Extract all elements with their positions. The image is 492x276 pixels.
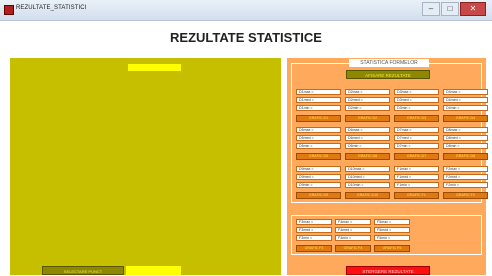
field-d7med: D7med = [394, 135, 439, 141]
field-f3max: F3max = [296, 219, 332, 225]
statistics-frame-label: STATISTICA FORMELOR [349, 59, 429, 67]
field-d2med: D2med = [345, 97, 390, 103]
field-d10max: D10max = [345, 166, 390, 172]
app-icon [4, 5, 14, 15]
field-d8min: D8min = [443, 143, 488, 149]
graph-d5-button[interactable]: GRAFIC D5 [296, 153, 341, 160]
field-f4min: F4min = [335, 235, 371, 241]
field-d7max: D7max = [394, 127, 439, 133]
field-d10min: D10min = [345, 182, 390, 188]
field-d3max: D3max = [394, 89, 439, 95]
graph-f4-button[interactable]: GRAFIC F4 [335, 245, 371, 252]
field-d6min: D6min = [345, 143, 390, 149]
field-d5min: D5min = [296, 143, 341, 149]
field-f2max: F2max = [443, 166, 488, 172]
graph-f5-button[interactable]: GRAFIC F5 [374, 245, 410, 252]
graph-d9-button[interactable]: GRAFIC D9 [296, 192, 341, 199]
show-results-button[interactable]: AFISARE REZULTATE [346, 70, 430, 79]
field-d4med: D4med = [443, 97, 488, 103]
page-title: REZULTATE STATISTICE [170, 30, 322, 45]
field-f3med: F3med = [296, 227, 332, 233]
point-value-box [126, 266, 181, 275]
clear-results-button[interactable]: STERGERE REZULTATE [346, 266, 430, 275]
select-point-button[interactable]: SELECTARE PUNCT [42, 266, 124, 275]
field-d8max: D8max = [443, 127, 488, 133]
field-f1med: F1med = [394, 174, 439, 180]
close-icon[interactable]: ✕ [460, 2, 486, 16]
field-d6med: D6med = [345, 135, 390, 141]
graph-d10-button[interactable]: GRAFIC D10 [345, 192, 390, 199]
graph-d4-button[interactable]: GRAFIC D4 [443, 115, 488, 122]
field-d4max: D4max = [443, 89, 488, 95]
field-d10med: D10med = [345, 174, 390, 180]
field-f1max: F1max = [394, 166, 439, 172]
field-d8med: D8med = [443, 135, 488, 141]
graph-d3-button[interactable]: GRAFIC D3 [394, 115, 439, 122]
maximize-icon[interactable]: □ [441, 2, 459, 16]
field-f5min: F5min = [374, 235, 410, 241]
field-d3min: D3min = [394, 105, 439, 111]
graph-f3-button[interactable]: GRAFIC F3 [296, 245, 332, 252]
field-d9max: D9max = [296, 166, 341, 172]
field-d2max: D2max = [345, 89, 390, 95]
window-controls: – □ ✕ [421, 2, 486, 16]
field-d9med: D9med = [296, 174, 341, 180]
minimize-icon[interactable]: – [422, 2, 440, 16]
field-d1max: D1max = [296, 89, 341, 95]
field-d1med: D1med = [296, 97, 341, 103]
window-title: REZULTATE_STATISTICI [16, 5, 87, 11]
field-d3med: D3med = [394, 97, 439, 103]
graph-f2-button[interactable]: GRAFIC F2 [443, 192, 488, 199]
graph-d6-button[interactable]: GRAFIC D6 [345, 153, 390, 160]
graph-f1-button[interactable]: GRAFIC F1 [394, 192, 439, 199]
field-f5max: F5max = [374, 219, 410, 225]
field-f4max: F4max = [335, 219, 371, 225]
field-f5med: F5med = [374, 227, 410, 233]
top-indicator-box [128, 64, 181, 71]
field-d7min: D7min = [394, 143, 439, 149]
field-d5med: D5med = [296, 135, 341, 141]
field-f3min: F3min = [296, 235, 332, 241]
field-f1min: F1min = [394, 182, 439, 188]
field-d2min: D2min = [345, 105, 390, 111]
field-d6max: D6max = [345, 127, 390, 133]
field-d5max: D5max = [296, 127, 341, 133]
field-d9min: D9min = [296, 182, 341, 188]
graph-d7-button[interactable]: GRAFIC D7 [394, 153, 439, 160]
graph-d1-button[interactable]: GRAFIC D1 [296, 115, 341, 122]
field-f4med: F4med = [335, 227, 371, 233]
field-d1min: D1min = [296, 105, 341, 111]
field-d4min: D4min = [443, 105, 488, 111]
field-f2med: F2med = [443, 174, 488, 180]
field-f2min: F2min = [443, 182, 488, 188]
plot-area[interactable] [10, 58, 281, 275]
graph-d2-button[interactable]: GRAFIC D2 [345, 115, 390, 122]
graph-d8-button[interactable]: GRAFIC D8 [443, 153, 488, 160]
window-titlebar: REZULTATE_STATISTICI – □ ✕ [0, 0, 492, 21]
